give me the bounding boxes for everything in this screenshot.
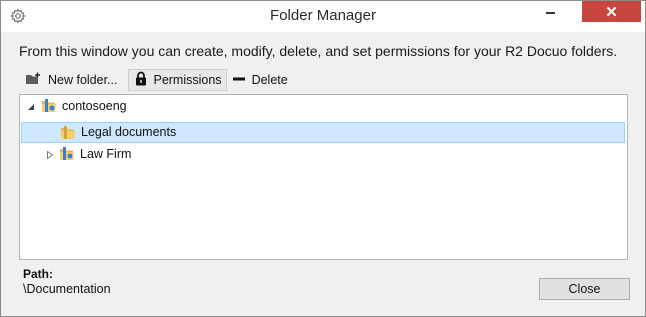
minimize-button[interactable] [521, 1, 579, 22]
close-icon: ✕ [605, 3, 618, 21]
toolbar: New folder... Permissions Delete [19, 68, 293, 92]
folder-manager-window: Folder Manager ✕ From this window you ca… [0, 0, 646, 317]
new-folder-button[interactable]: New folder... [19, 69, 122, 91]
delete-label: Delete [251, 73, 288, 87]
path-label: Path: [23, 267, 53, 281]
tree-item-label: Law Firm [80, 147, 132, 161]
close-window-button[interactable]: ✕ [582, 1, 641, 22]
minus-icon [232, 73, 246, 87]
tree-item-legal-documents[interactable]: Legal documents [21, 122, 625, 143]
permissions-button[interactable]: Permissions [128, 69, 227, 91]
title-bar[interactable]: Folder Manager ✕ [1, 1, 645, 32]
delete-button[interactable]: Delete [227, 69, 293, 91]
description-text: From this window you can create, modify,… [19, 43, 618, 59]
tree-item-contosoeng[interactable]: contosoeng [20, 96, 625, 117]
shared-folder-icon [41, 98, 57, 114]
minimize-icon [545, 11, 555, 14]
new-folder-icon [25, 72, 42, 89]
expand-arrow-icon[interactable] [46, 151, 54, 159]
shared-folder-icon [59, 146, 75, 162]
tree-item-label: contosoeng [62, 99, 127, 113]
path-value: \Documentation [23, 282, 111, 296]
lock-icon [135, 71, 147, 89]
collapse-arrow-icon[interactable] [27, 103, 35, 111]
new-folder-label: New folder... [48, 73, 118, 87]
folder-tree[interactable]: contosoeng Legal documents Law Firm [19, 94, 628, 260]
folder-icon [60, 125, 76, 141]
tree-item-label: Legal documents [81, 125, 177, 139]
close-button-label: Close [568, 282, 601, 296]
tree-item-law-firm[interactable]: Law Firm [20, 144, 625, 165]
close-button[interactable]: Close [539, 278, 630, 300]
permissions-label: Permissions [153, 73, 222, 87]
